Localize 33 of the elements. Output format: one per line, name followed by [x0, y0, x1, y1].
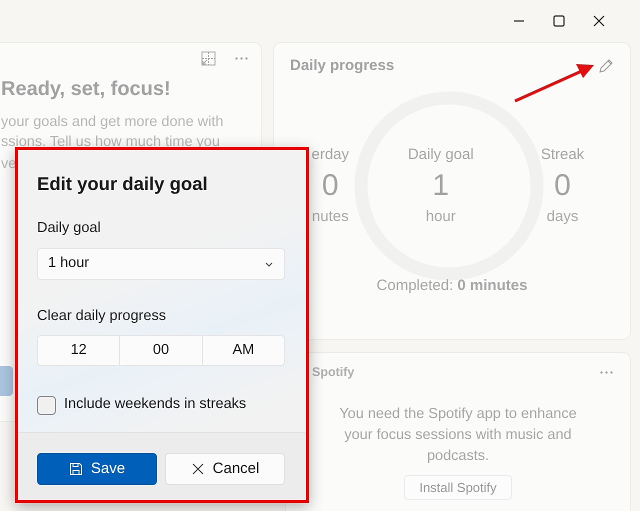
close-icon [190, 462, 205, 476]
stat-label: Streak [540, 144, 584, 164]
field-label: Clear daily progress [37, 306, 167, 326]
stat-value: 0 [554, 168, 571, 204]
completed-text: Completed: 0 minutes [376, 276, 528, 296]
dialog-title: Edit your daily goal [37, 172, 209, 196]
spotify-message: You need the Spotify app to enhance your focus sessions with music and podcasts. [338, 404, 578, 466]
compact-view-icon[interactable] [201, 51, 216, 66]
stat-value: 1 [432, 168, 450, 204]
field-label: Daily goal [37, 218, 102, 238]
description-text: your goals and get more done with [1, 113, 224, 132]
save-button[interactable]: Save [37, 453, 157, 485]
save-icon [68, 462, 83, 476]
stat-label: Daily goal [408, 144, 474, 164]
stat-unit: days [546, 207, 578, 227]
stat-value: 0 [322, 168, 339, 204]
stat-label: erday [312, 144, 350, 164]
card-title: Ready, set, focus! [1, 77, 172, 102]
time-segment[interactable]: AM [202, 336, 284, 366]
checkbox[interactable] [37, 396, 56, 415]
time-segment[interactable]: 12 [38, 336, 120, 366]
pencil-icon[interactable] [598, 58, 614, 74]
checkbox-label: Include weekends in streaks [64, 395, 246, 414]
card-title: Spotify [311, 364, 354, 381]
card-title: Daily progress [290, 56, 394, 76]
close-icon[interactable] [592, 14, 606, 28]
stat-unit: hour [426, 207, 456, 227]
maximize-icon[interactable] [552, 14, 566, 28]
goal-dropdown[interactable]: 1 hour [37, 248, 285, 280]
cancel-button[interactable]: Cancel [165, 453, 285, 485]
description-text: ve [1, 155, 16, 174]
time-segment[interactable]: 00 [120, 336, 203, 366]
stat-unit: nutes [312, 207, 349, 227]
